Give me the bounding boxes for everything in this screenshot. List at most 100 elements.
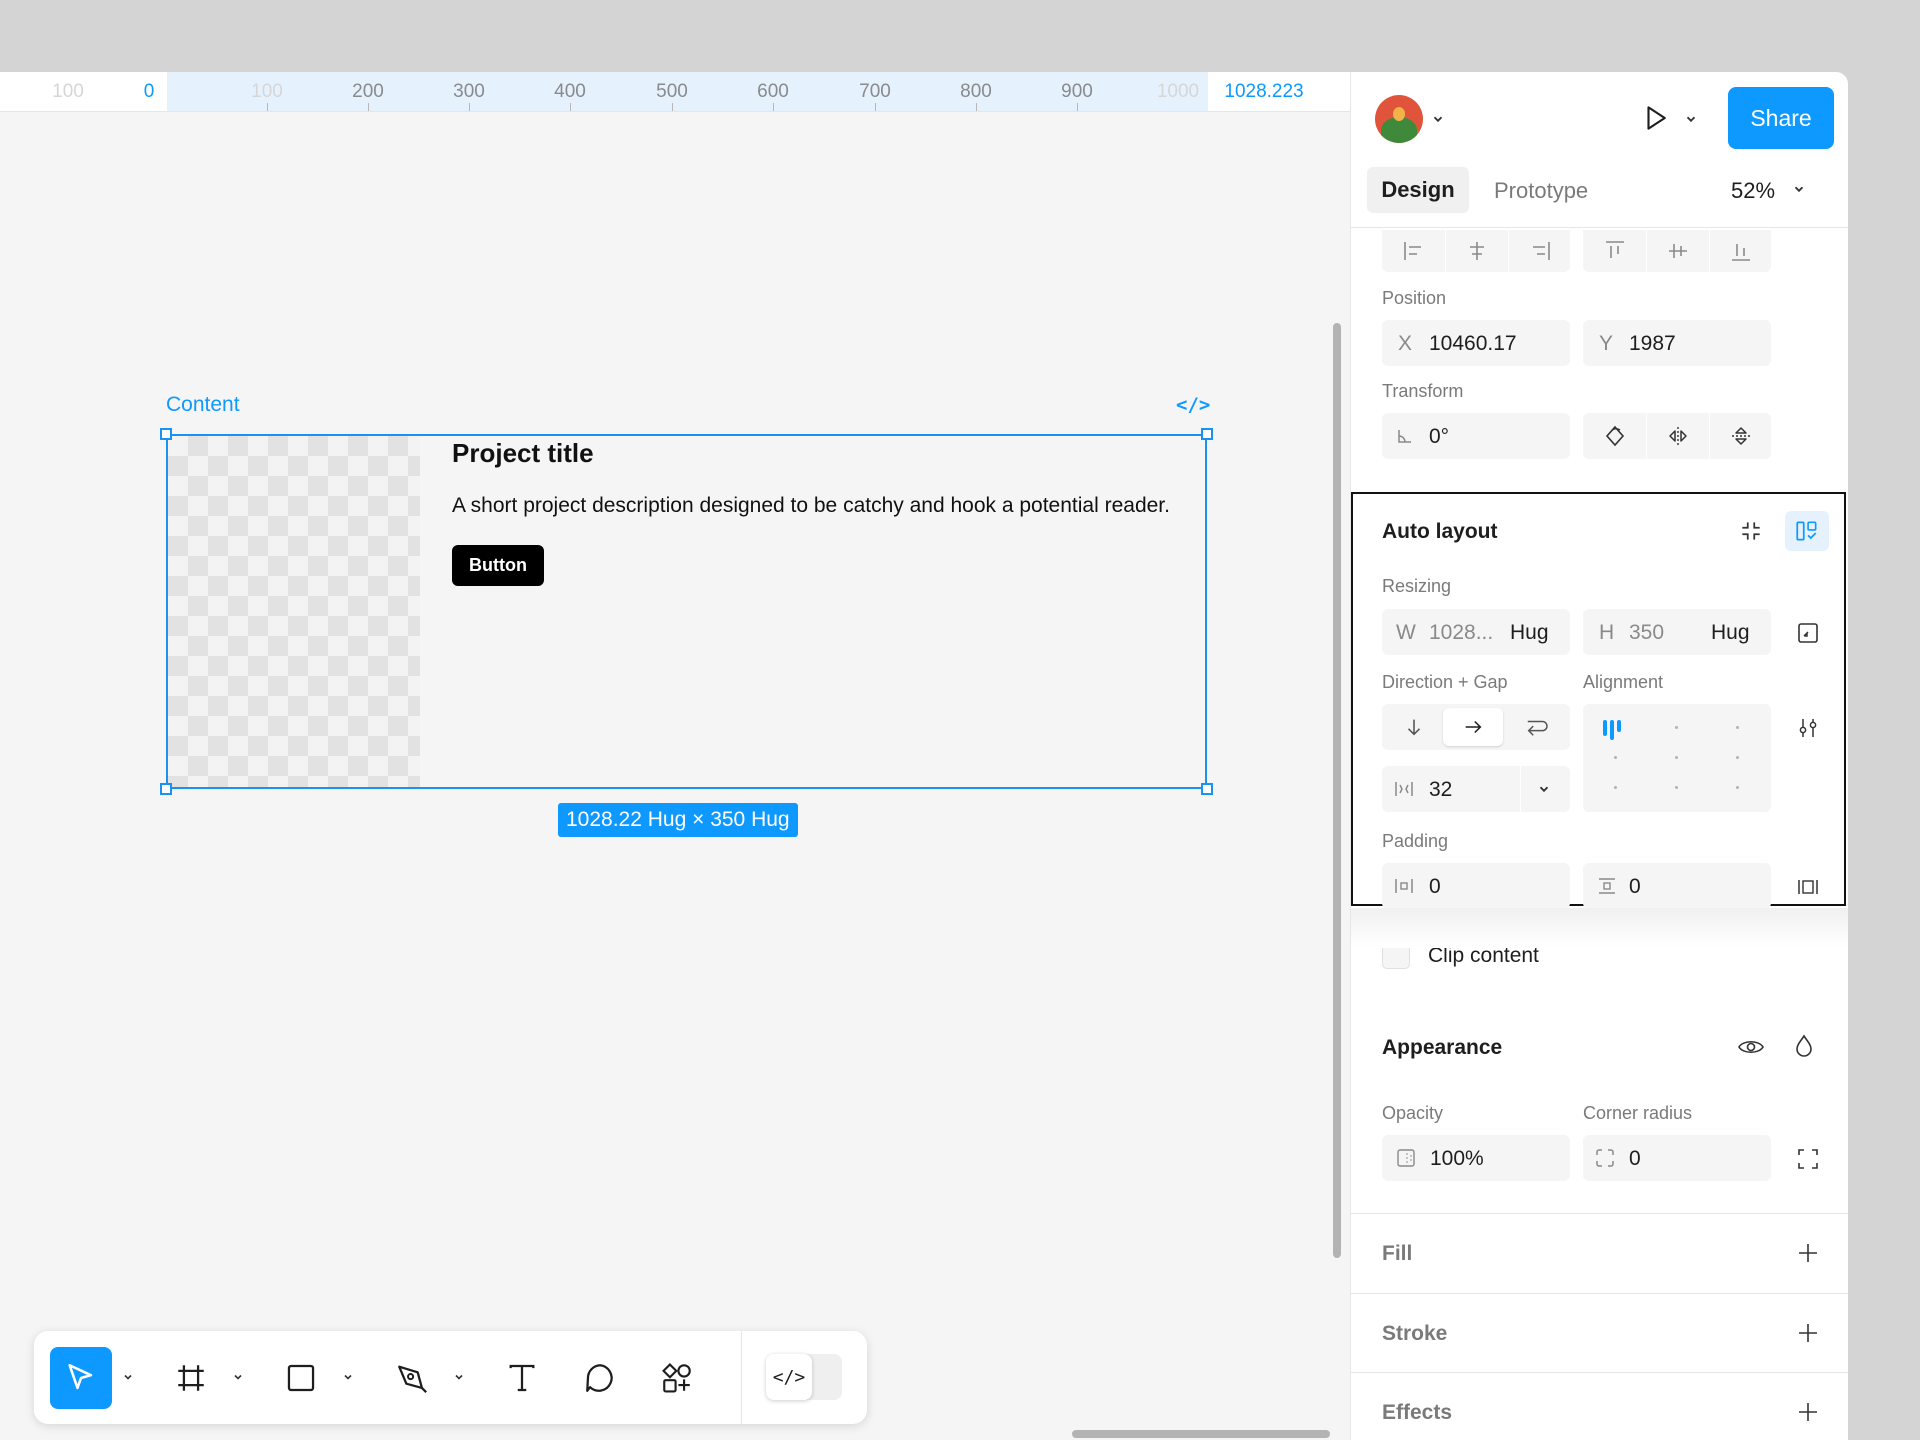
bottom-toolbar: </> (34, 1331, 867, 1424)
remove-auto-layout-icon[interactable] (1733, 513, 1769, 549)
resize-constraints-icon[interactable] (1794, 619, 1822, 647)
tab-design[interactable]: Design (1367, 167, 1469, 213)
height-field[interactable]: H 350 Hug (1583, 609, 1771, 655)
align-bottom-icon[interactable] (1728, 238, 1754, 264)
rotation-field[interactable]: 0° (1382, 413, 1570, 459)
toolbar-divider (741, 1331, 742, 1424)
chevron-down-icon[interactable] (451, 1369, 467, 1385)
align-horizontal-center-icon[interactable] (1464, 238, 1490, 264)
properties-panel: Share Design Prototype 52% Position X 10… (1350, 72, 1848, 1440)
chevron-down-icon[interactable] (230, 1369, 246, 1385)
align-top-icon[interactable] (1602, 238, 1628, 264)
ruler-label: 400 (554, 81, 586, 102)
individual-padding-icon[interactable] (1794, 873, 1822, 901)
rectangle-tool-button[interactable] (270, 1347, 332, 1409)
independent-corners-icon[interactable] (1794, 1145, 1822, 1173)
divider (1351, 1372, 1848, 1373)
alignment-selected-indicator (1603, 720, 1625, 740)
vertical-padding-field[interactable]: 0 (1583, 863, 1771, 909)
flip-vertical-icon[interactable] (1728, 422, 1754, 450)
project-title[interactable]: Project title (452, 438, 594, 469)
alignment-grid[interactable] (1583, 704, 1771, 812)
chevron-down-icon[interactable] (1790, 180, 1808, 198)
project-button[interactable]: Button (452, 545, 544, 586)
share-button[interactable]: Share (1728, 87, 1834, 149)
x-value[interactable]: 10460.17 (1429, 332, 1517, 356)
align-right-icon[interactable] (1527, 238, 1553, 264)
rotation-value[interactable]: 0° (1429, 425, 1449, 449)
code-icon[interactable]: </> (1176, 394, 1210, 416)
vertical-scrollbar[interactable] (1333, 323, 1341, 1258)
horizontal-padding-value[interactable]: 0 (1429, 875, 1441, 899)
ruler-tick (267, 103, 268, 111)
ruler-label: 100 (52, 81, 84, 102)
gap-field[interactable]: 32 (1382, 766, 1570, 812)
resize-handle-bottom-right[interactable] (1201, 783, 1213, 795)
zoom-level[interactable]: 52% (1731, 178, 1775, 204)
direction-vertical-button[interactable] (1388, 709, 1440, 745)
ruler-label: 500 (656, 81, 688, 102)
pen-icon (398, 1365, 427, 1393)
horizontal-padding-field[interactable]: 0 (1382, 863, 1570, 909)
dev-mode-toggle[interactable]: </> (766, 1354, 878, 1400)
width-mode[interactable]: Hug (1510, 621, 1549, 645)
frame-tool-button[interactable] (160, 1347, 222, 1409)
corner-radius-field[interactable]: 0 (1583, 1135, 1771, 1181)
ruler-label: 600 (757, 81, 789, 102)
height-value[interactable]: 350 (1629, 621, 1664, 645)
resize-handle-top-right[interactable] (1201, 428, 1213, 440)
tab-prototype[interactable]: Prototype (1494, 178, 1588, 204)
resize-handle-bottom-left[interactable] (160, 783, 172, 795)
add-stroke-plus-icon[interactable] (1795, 1320, 1821, 1346)
play-icon (1647, 106, 1666, 130)
chevron-down-icon[interactable] (120, 1369, 136, 1385)
image-placeholder[interactable] (168, 436, 420, 787)
add-effect-plus-icon[interactable] (1795, 1399, 1821, 1425)
divider (1351, 227, 1848, 228)
text-tool-button[interactable] (491, 1347, 553, 1409)
chevron-down-icon[interactable] (1532, 779, 1556, 799)
corner-radius-value[interactable]: 0 (1629, 1147, 1641, 1171)
chevron-down-icon[interactable] (1429, 110, 1447, 128)
opacity-label: Opacity (1382, 1103, 1444, 1123)
advanced-layout-settings-icon[interactable] (1794, 714, 1822, 742)
height-mode[interactable]: Hug (1711, 621, 1750, 645)
horizontal-scrollbar[interactable] (1072, 1430, 1330, 1438)
auto-layout-suggest-icon[interactable] (1785, 511, 1829, 551)
gap-value[interactable]: 32 (1429, 778, 1452, 802)
opacity-value[interactable]: 100% (1430, 1147, 1484, 1171)
ruler-label: 0 (143, 81, 155, 102)
present-play-button[interactable] (1637, 99, 1675, 137)
ruler-label: 200 (352, 81, 384, 102)
direction-horizontal-button[interactable] (1443, 708, 1503, 746)
chevron-down-icon[interactable] (1682, 110, 1700, 128)
avatar[interactable] (1375, 95, 1423, 143)
ruler-label: 900 (1061, 81, 1093, 102)
actions-tool-button[interactable] (646, 1347, 708, 1409)
comment-tool-button[interactable] (569, 1347, 631, 1409)
width-value[interactable]: 1028... (1429, 621, 1493, 645)
x-position-field[interactable]: X 10460.17 (1382, 320, 1570, 366)
y-position-field[interactable]: Y 1987 (1583, 320, 1771, 366)
opacity-field[interactable]: 100% (1382, 1135, 1570, 1181)
blend-mode-drop-icon[interactable] (1789, 1028, 1819, 1064)
add-fill-plus-icon[interactable] (1795, 1240, 1821, 1266)
align-vertical-center-icon[interactable] (1665, 238, 1691, 264)
project-description[interactable]: A short project description designed to … (452, 494, 1170, 518)
pen-tool-button[interactable] (381, 1347, 443, 1409)
direction-wrap-button[interactable] (1508, 709, 1564, 745)
rotate-icon[interactable] (1602, 422, 1628, 450)
ruler-tick (368, 103, 369, 111)
eye-icon[interactable] (1733, 1030, 1769, 1064)
vertical-padding-value[interactable]: 0 (1629, 875, 1641, 899)
width-field[interactable]: W 1028... Hug (1382, 609, 1570, 655)
chevron-down-icon[interactable] (340, 1369, 356, 1385)
frame-name-label[interactable]: Content (166, 393, 240, 417)
resize-handle-top-left[interactable] (160, 428, 172, 440)
flip-horizontal-icon[interactable] (1665, 422, 1691, 450)
align-left-icon[interactable] (1401, 238, 1427, 264)
ruler-label: 1028.223 (1224, 81, 1304, 102)
move-tool-button[interactable] (50, 1347, 112, 1409)
y-value[interactable]: 1987 (1629, 332, 1676, 356)
rotation-angle-icon (1394, 425, 1416, 447)
